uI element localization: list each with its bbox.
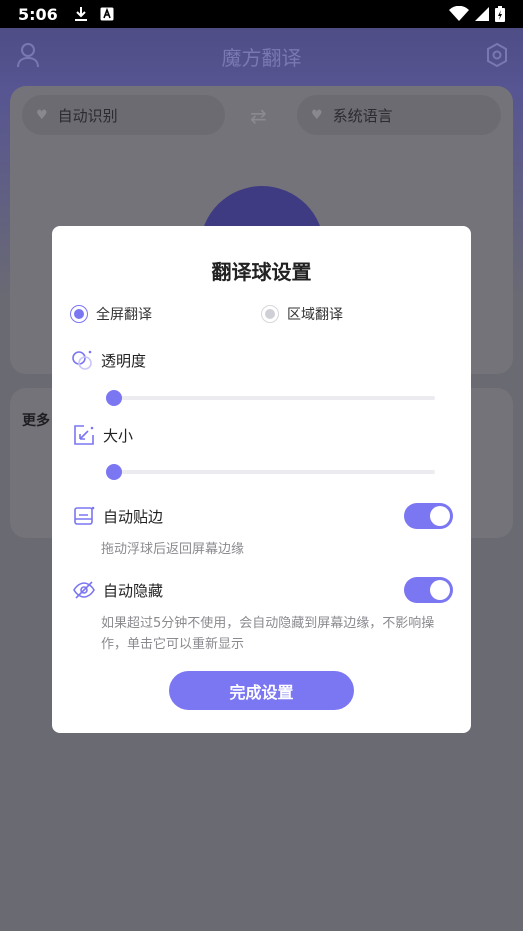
opacity-slider-thumb[interactable] xyxy=(106,390,122,406)
status-time: 5:06 xyxy=(18,4,58,24)
opacity-setting: 透明度 xyxy=(71,349,146,371)
edge-icon xyxy=(73,505,95,527)
target-language-label: 系统语言 xyxy=(332,106,393,125)
status-bar: 5:06 xyxy=(0,0,523,28)
radio-region[interactable] xyxy=(261,305,279,323)
wifi-icon xyxy=(449,6,469,21)
opacity-label: 透明度 xyxy=(101,351,147,370)
heart-icon: ♥ xyxy=(311,107,323,123)
auto-edge-toggle[interactable] xyxy=(404,503,453,529)
target-language-select[interactable]: ♥ 系统语言 xyxy=(297,95,501,135)
radio-fullscreen[interactable] xyxy=(70,305,88,323)
dialog-title: 翻译球设置 xyxy=(211,260,312,284)
size-slider[interactable] xyxy=(106,464,435,480)
auto-edge-hint: 拖动浮球后返回屏幕边缘 xyxy=(101,542,245,557)
status-icons xyxy=(449,6,505,22)
app-title: 魔方翻译 xyxy=(221,45,302,70)
auto-hide-setting: 自动隐藏 xyxy=(73,579,163,601)
source-language-select[interactable]: ♥ 自动识别 xyxy=(22,95,225,135)
size-setting: 大小 xyxy=(73,424,133,446)
swap-icon[interactable]: ⇄ xyxy=(250,104,267,128)
opacity-icon xyxy=(71,349,93,371)
mode-fullscreen-label: 全屏翻译 xyxy=(96,307,152,323)
settings-icon[interactable] xyxy=(485,42,509,73)
source-language-label: 自动识别 xyxy=(57,106,118,125)
notification-a-icon xyxy=(100,7,114,21)
resize-icon xyxy=(73,424,95,446)
battery-icon xyxy=(495,6,505,22)
mode-region[interactable]: 区域翻译 xyxy=(261,304,343,324)
eye-hide-icon xyxy=(73,579,95,601)
done-settings-button[interactable]: 完成设置 xyxy=(169,671,354,710)
ball-settings-dialog: 翻译球设置 全屏翻译 区域翻译 透明度 大小 自动贴边 拖动浮球后返回屏幕边缘 xyxy=(52,226,471,733)
auto-edge-setting: 自动贴边 xyxy=(73,505,163,527)
download-icon xyxy=(74,6,88,22)
size-slider-thumb[interactable] xyxy=(106,464,122,480)
opacity-slider[interactable] xyxy=(106,390,435,406)
mode-region-label: 区域翻译 xyxy=(287,307,343,323)
mode-fullscreen[interactable]: 全屏翻译 xyxy=(70,304,152,324)
auto-hide-toggle[interactable] xyxy=(404,577,453,603)
app-top-bar: 魔方翻译 xyxy=(0,28,523,84)
auto-hide-hint: 如果超过5分钟不使用，会自动隐藏到屏幕边缘，不影响操作，单击它可以重新显示 xyxy=(101,616,435,652)
auto-hide-label: 自动隐藏 xyxy=(103,581,164,600)
more-title: 更多 xyxy=(22,413,50,429)
size-label: 大小 xyxy=(103,426,134,445)
signal-icon xyxy=(475,7,489,21)
heart-icon: ♥ xyxy=(36,107,48,123)
auto-edge-label: 自动贴边 xyxy=(103,507,164,526)
user-icon[interactable] xyxy=(16,42,40,73)
